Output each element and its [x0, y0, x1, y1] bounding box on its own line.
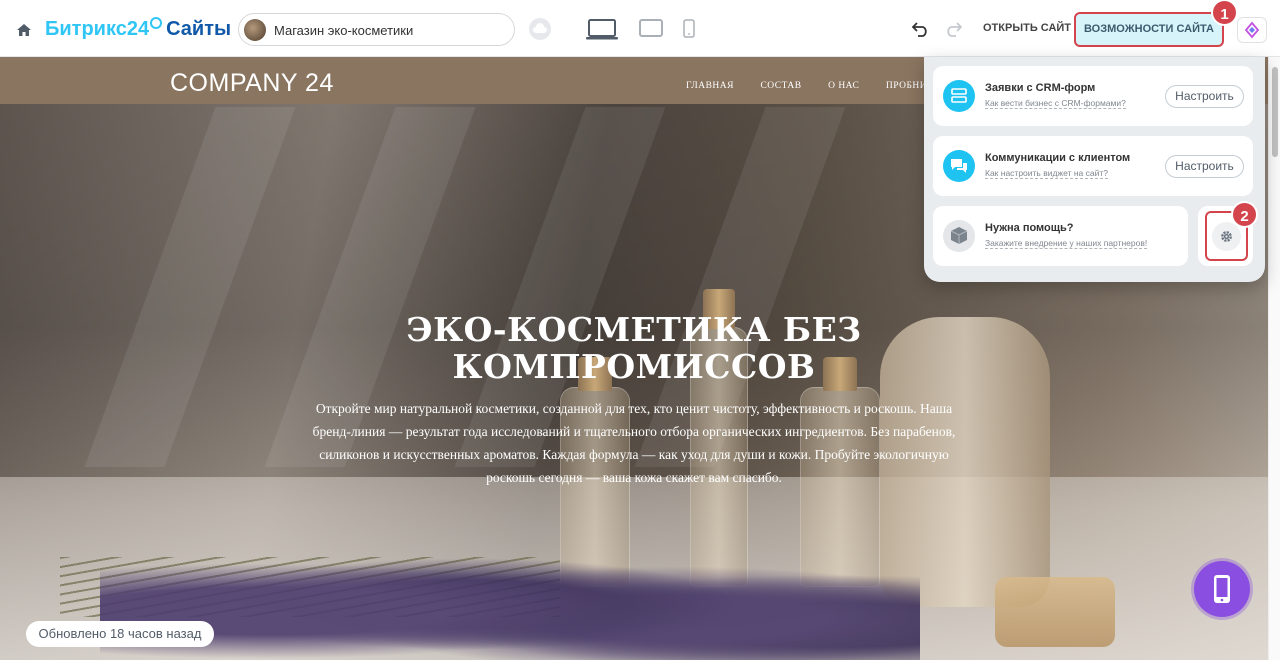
redo-icon[interactable] [944, 21, 962, 37]
site-logo[interactable]: COMPANY 24 [170, 69, 334, 98]
communications-setup-button[interactable]: Настроить [1165, 155, 1244, 178]
home-icon[interactable] [16, 22, 32, 38]
help-card[interactable]: Нужна помощь? Закажите внедрение у наших… [933, 206, 1188, 266]
step-marker-2: 2 [1231, 201, 1258, 228]
desktop-view-icon[interactable] [585, 19, 619, 41]
phone-icon [1214, 575, 1230, 603]
help-title: Нужна помощь? [985, 222, 1074, 234]
last-updated-badge: Обновлено 18 часов назад [26, 621, 214, 647]
crm-forms-help-link[interactable]: Как вести бизнес с CRM-формами? [985, 98, 1126, 109]
crm-forms-setup-button[interactable]: Настроить [1165, 85, 1244, 108]
scrollbar-thumb[interactable] [1272, 67, 1278, 157]
undo-icon[interactable] [912, 21, 930, 37]
site-selector[interactable]: Магазин эко-косметики [238, 13, 515, 46]
site-nav-item-home[interactable]: ГЛАВНАЯ [686, 81, 734, 91]
editor-toolbar: Битрикс24 Сайты Магазин эко-косметики ОТК… [0, 0, 1280, 57]
mobile-view-icon[interactable] [683, 19, 695, 38]
hero-title: ЭКО-КОСМЕТИКА БЕЗ КОМПРОМИССОВ [406, 310, 862, 386]
site-name: Магазин эко-косметики [274, 23, 414, 38]
crm-forms-card: Заявки с CRM-форм Как вести бизнес с CRM… [933, 66, 1253, 126]
gear-icon[interactable] [1212, 222, 1241, 251]
lavender-image [100, 527, 920, 660]
clock-icon [150, 17, 163, 29]
box-icon [943, 220, 975, 252]
tablet-view-icon[interactable] [639, 19, 663, 38]
open-site-button[interactable]: ОТКРЫТЬ САЙТ [975, 18, 1079, 40]
chat-icon [943, 150, 975, 182]
communications-card: Коммуникации с клиентом Как настроить ви… [933, 136, 1253, 196]
site-nav: ГЛАВНАЯ СОСТАВ О НАС ПРОБНИК [686, 75, 956, 93]
cloud-icon[interactable] [529, 18, 551, 40]
help-partners-link[interactable]: Закажите внедрение у наших партнеров! [985, 238, 1148, 249]
crm-forms-title: Заявки с CRM-форм [985, 82, 1096, 94]
brand-suffix: Сайты [166, 18, 232, 40]
site-thumbnail [244, 19, 266, 41]
communications-help-link[interactable]: Как настроить виджет на сайт? [985, 168, 1108, 179]
ai-assistant-icon[interactable] [1237, 17, 1267, 43]
site-nav-item-ingredients[interactable]: СОСТАВ [760, 81, 801, 91]
communications-title: Коммуникации с клиентом [985, 152, 1131, 164]
site-nav-item-about[interactable]: О НАС [828, 81, 859, 91]
light-stripe [84, 107, 296, 467]
preview-scrollbar[interactable] [1268, 57, 1280, 660]
cream-jar-image [995, 577, 1115, 647]
site-features-button[interactable]: ВОЗМОЖНОСТИ САЙТА [1074, 12, 1224, 47]
brand-logo[interactable]: Битрикс24 Сайты [45, 17, 232, 41]
hero-text: Откройте мир натуральной косметики, созд… [312, 401, 956, 485]
step-marker-1: 1 [1211, 0, 1238, 26]
crm-forms-icon [943, 80, 975, 112]
mobile-preview-button[interactable] [1194, 561, 1250, 617]
brand-name: Битрикс24 [45, 18, 150, 40]
site-features-panel: Заявки с CRM-форм Как вести бизнес с CRM… [924, 57, 1265, 282]
